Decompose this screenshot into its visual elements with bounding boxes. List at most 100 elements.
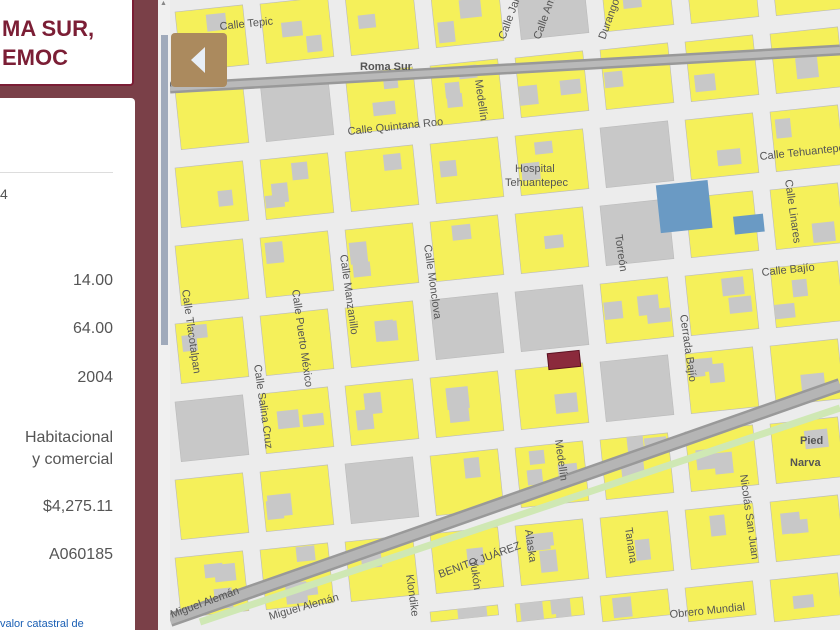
building [217, 189, 234, 207]
city-block [684, 34, 760, 103]
building [792, 594, 815, 609]
building [264, 241, 285, 265]
building [519, 601, 545, 622]
parcel[interactable] [599, 120, 675, 189]
parcel[interactable] [174, 394, 250, 463]
building [795, 55, 820, 80]
city-block [344, 144, 420, 213]
parcel[interactable] [684, 112, 760, 181]
city-block [684, 268, 760, 337]
city-block [514, 362, 590, 431]
city-block [599, 588, 671, 623]
map-label: Hospital [515, 163, 555, 175]
city-block [769, 26, 840, 95]
building [625, 134, 644, 151]
parcel[interactable] [174, 82, 250, 151]
city-block [429, 136, 505, 205]
parcel[interactable] [174, 472, 250, 541]
map[interactable]: Roma Sur Calle Tepic Calle Quintana Roo … [170, 0, 840, 630]
city-block [174, 82, 250, 151]
map-label: Tehuantepec [505, 177, 568, 189]
info-value: Habitacional [24, 429, 113, 446]
info-value: 64.00 [72, 320, 113, 337]
building [521, 89, 539, 104]
map-label: Roma Sur [360, 61, 413, 73]
building [381, 463, 399, 486]
city-block [429, 0, 505, 49]
building [458, 0, 482, 19]
title-line: EMOC [2, 45, 68, 70]
parcel[interactable] [514, 284, 590, 353]
city-block [769, 104, 840, 173]
parcel[interactable] [259, 230, 335, 299]
building [791, 278, 809, 298]
building [721, 276, 745, 297]
building [811, 221, 837, 244]
building [437, 20, 456, 44]
city-block [259, 230, 335, 299]
building [451, 223, 472, 241]
city-block [429, 214, 505, 283]
building [708, 362, 726, 384]
info-value: 14.00 [72, 272, 113, 289]
title-line: MA SUR, [2, 16, 95, 41]
city-block [599, 42, 675, 111]
building [611, 596, 633, 619]
city-block [174, 160, 250, 229]
building [728, 295, 753, 314]
parcel[interactable] [344, 0, 420, 57]
building [603, 300, 624, 321]
city-block [429, 604, 500, 623]
catastral-link[interactable]: valor catastral de [0, 618, 84, 630]
selected-parcel[interactable] [546, 349, 582, 371]
building [713, 451, 734, 475]
parcel[interactable] [769, 0, 840, 17]
city-block [259, 464, 335, 533]
building [305, 34, 323, 53]
building [448, 400, 470, 424]
building [709, 514, 727, 537]
info-value: 4 [0, 186, 8, 202]
city-block [174, 394, 250, 463]
building [534, 140, 554, 155]
building [622, 374, 642, 390]
collapse-panel-button[interactable] [171, 33, 227, 87]
city-block [259, 0, 335, 65]
building [539, 549, 559, 573]
building [774, 117, 792, 139]
scroll-up-arrow-icon[interactable]: ▲ [160, 0, 167, 7]
building [790, 518, 809, 534]
parcel[interactable] [599, 588, 671, 623]
building [290, 161, 309, 181]
chevron-left-icon [191, 47, 205, 73]
title-card: MA SUR, EMOC [0, 0, 134, 86]
building [716, 148, 742, 167]
city-block [769, 572, 840, 623]
parcel[interactable] [514, 362, 590, 431]
city-block [769, 494, 840, 563]
building [646, 307, 672, 324]
scrollbar-thumb[interactable] [161, 35, 168, 345]
map-label: Pied [800, 435, 823, 447]
map-canvas[interactable]: Roma Sur Calle Tepic Calle Quintana Roo … [170, 0, 840, 630]
building [554, 598, 572, 618]
building [463, 457, 481, 479]
building [261, 85, 285, 107]
city-block [514, 284, 590, 353]
building [348, 241, 369, 265]
city-block [684, 0, 760, 25]
building [372, 100, 397, 117]
city-block [769, 0, 840, 17]
highlight-parcel[interactable] [655, 179, 713, 234]
parcel[interactable] [684, 0, 760, 25]
parcel[interactable] [174, 160, 250, 229]
building [363, 391, 383, 415]
city-block [599, 276, 675, 345]
parcel[interactable] [344, 144, 420, 213]
city-block [344, 378, 420, 447]
highlight-parcel[interactable] [733, 213, 765, 235]
building [628, 205, 645, 222]
building [357, 13, 377, 30]
city-block [514, 596, 585, 623]
building [554, 392, 579, 414]
